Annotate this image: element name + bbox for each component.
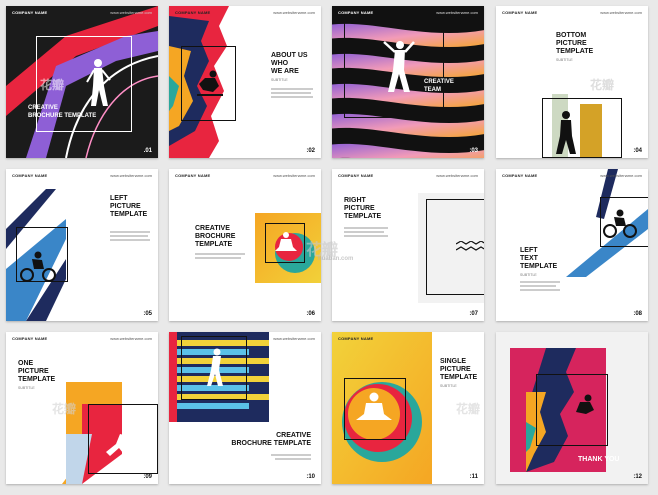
body-text-line xyxy=(271,96,313,98)
page-title: ONE PICTURE TEMPLATE xyxy=(18,360,56,383)
runner-silhouette-icon xyxy=(86,59,111,106)
website-url: www.websitename.com xyxy=(110,173,152,178)
brochure-page-04: COMPANY NAME www.websitename.com BOTTOM P… xyxy=(496,6,648,158)
page-number: :08 xyxy=(633,311,642,317)
page-title: THANK YOU xyxy=(578,456,620,463)
runner-silhouette-icon xyxy=(556,111,576,154)
website-url: www.websitename.com xyxy=(110,10,152,15)
subtitle: SUBTITLE xyxy=(520,273,537,277)
cyclist-silhouette-icon xyxy=(603,209,637,238)
dancer-silhouette-icon xyxy=(207,348,223,386)
page-title: RIGHT PICTURE TEMPLATE xyxy=(344,197,382,220)
page-title: CREATIVE BROCHURE TEMPLATE xyxy=(195,225,236,248)
website-url: www.websitename.com xyxy=(600,173,642,178)
body-text-line xyxy=(344,231,384,233)
website-url: www.websitename.com xyxy=(436,10,478,15)
body-text-line xyxy=(344,235,388,237)
page-number: .01 xyxy=(143,148,152,154)
body-text-line xyxy=(271,92,311,94)
body-text-line xyxy=(195,257,241,259)
watermark-text: 花瓣 xyxy=(456,402,481,416)
brochure-page-06: COMPANY NAME www.websitename.com CREATIV… xyxy=(169,169,321,321)
page-title: BOTTOM PICTURE TEMPLATE xyxy=(556,32,594,55)
company-name: COMPANY NAME xyxy=(175,10,211,15)
page-number: :07 xyxy=(469,311,478,317)
company-name: COMPANY NAME xyxy=(12,336,48,341)
page-number: :05 xyxy=(143,311,152,317)
brochure-page-09: COMPANY NAME www.websitename.com ONE PICT… xyxy=(6,332,158,484)
page-number: :03 xyxy=(469,148,478,154)
body-text-line xyxy=(271,88,313,90)
page-title: ABOUT US WHO WE ARE xyxy=(271,52,308,75)
brochure-page-10: www.websitename.com CREATIVE BROCHURE TEM… xyxy=(169,332,321,484)
sprinter-silhouette-icon xyxy=(106,426,132,458)
company-name: COMPANY NAME xyxy=(338,173,374,178)
brochure-page-08: COMPANY NAME www.websitename.com LEFT TEX… xyxy=(496,169,648,321)
page-title: CREATIVE BROCHURE TEMPLATE xyxy=(231,432,311,447)
website-url: www.websitename.com xyxy=(110,336,152,341)
subtitle: SUBTITLE xyxy=(18,386,35,390)
skateboarder-silhouette-icon xyxy=(576,394,594,414)
page-title: LEFT TEXT TEMPLATE xyxy=(520,247,558,270)
page-number: :09 xyxy=(143,474,152,480)
website-url: www.websitename.com xyxy=(273,336,315,341)
body-text-line xyxy=(344,227,388,229)
company-name: COMPANY NAME xyxy=(12,173,48,178)
subtitle: SUBTITLE xyxy=(556,58,573,62)
page-number: :04 xyxy=(633,148,642,154)
website-url: www.websitename.com xyxy=(273,173,315,178)
website-url: www.websitename.com xyxy=(600,10,642,15)
meditation-silhouette-icon xyxy=(356,392,392,420)
brochure-page-02: COMPANY NAME www.websitename.com ABOUT U… xyxy=(169,6,321,158)
page-title: SINGLE PICTURE TEMPLATE xyxy=(440,358,478,381)
body-text-line xyxy=(520,289,560,291)
company-name: COMPANY NAME xyxy=(338,10,374,15)
body-text-line xyxy=(195,253,245,255)
page-number: :02 xyxy=(306,148,315,154)
body-text-line xyxy=(275,458,311,460)
meditation-silhouette-icon xyxy=(275,232,297,251)
company-name: COMPANY NAME xyxy=(502,173,538,178)
page-number: :12 xyxy=(633,474,642,480)
body-text-line xyxy=(271,454,311,456)
body-text-line xyxy=(110,239,150,241)
brochure-page-12: THANK YOU :12 xyxy=(496,332,648,484)
page-number: :11 xyxy=(469,474,478,480)
brochure-page-07: COMPANY NAME www.websitename.com RIGHT PI… xyxy=(332,169,484,321)
brochure-page-05: COMPANY NAME www.websitename.com LEFT PIC… xyxy=(6,169,158,321)
body-text-line xyxy=(110,231,150,233)
page-title: CREATIVE BROCHURE TEMPLATE xyxy=(28,105,97,119)
company-name: COMPANY NAME xyxy=(502,10,538,15)
brochure-page-03: COMPANY NAME www.websitename.com CREATIV… xyxy=(332,6,484,158)
body-text-line xyxy=(110,235,148,237)
brochure-page-01: COMPANY NAME www.websitename.com CREATIV… xyxy=(6,6,158,158)
company-name: COMPANY NAME xyxy=(12,10,48,15)
watermark-text: 花瓣 xyxy=(40,78,65,92)
watermark-url: huaban.com xyxy=(318,256,354,262)
website-url: www.websitename.com xyxy=(273,10,315,15)
cyclist-silhouette-icon xyxy=(20,251,56,282)
website-url: www.websitename.com xyxy=(436,173,478,178)
watermark-text: 花瓣 xyxy=(52,402,77,416)
page-number: :10 xyxy=(306,474,315,480)
page-title: LEFT PICTURE TEMPLATE xyxy=(110,195,148,218)
skateboarder-silhouette-icon xyxy=(197,70,223,96)
wave-lines-icon xyxy=(456,241,484,251)
body-text-line xyxy=(520,285,556,287)
page-number: :06 xyxy=(306,311,315,317)
subtitle: SUBTITLE xyxy=(271,78,288,82)
body-text-line xyxy=(520,281,560,283)
jumping-person-silhouette-icon xyxy=(383,41,415,92)
company-name: COMPANY NAME xyxy=(338,336,374,341)
watermark-text: 花瓣 xyxy=(590,78,615,92)
page-title: CREATIVE TEAM xyxy=(424,79,454,93)
company-name: COMPANY NAME xyxy=(175,173,211,178)
subtitle: SUBTITLE xyxy=(440,384,457,388)
